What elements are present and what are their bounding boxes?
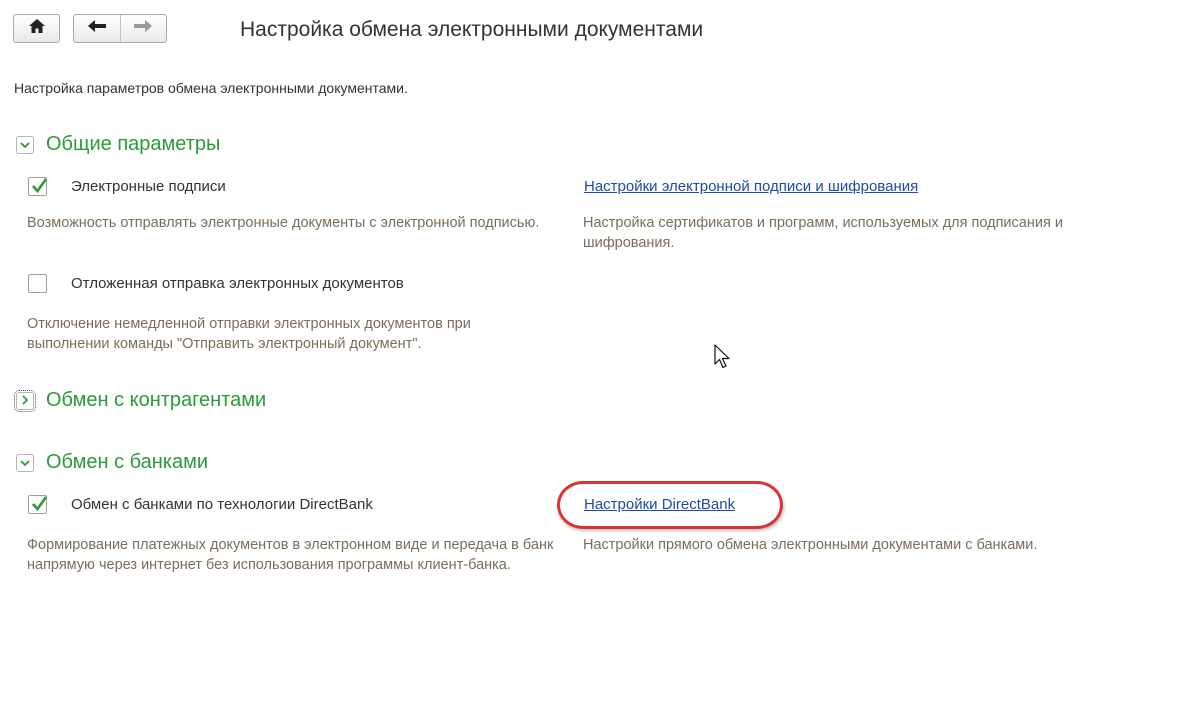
section-toggle-general[interactable]: [16, 136, 34, 154]
chevron-right-icon: [21, 392, 29, 410]
highlight-ellipse: [557, 481, 783, 529]
navigation-buttons: [73, 14, 167, 43]
directbank-note: Формирование платежных документов в элек…: [27, 537, 554, 573]
directbank-settings-note: Настройки прямого обмена электронными до…: [583, 537, 1038, 553]
arrow-left-icon: [87, 19, 107, 38]
signature-settings-note: Настройка сертификатов и программ, испол…: [583, 215, 1063, 251]
home-icon: [28, 18, 46, 39]
deferred-sending-checkbox[interactable]: [28, 274, 47, 293]
signatures-checkbox[interactable]: [28, 177, 48, 196]
chevron-down-icon: [20, 454, 30, 472]
section-toggle-counterparties[interactable]: [14, 390, 36, 412]
home-button[interactable]: [13, 14, 60, 43]
directbank-checkbox[interactable]: [28, 495, 48, 514]
deferred-sending-note: Отключение немедленной отправки электрон…: [27, 316, 471, 352]
section-title-banks[interactable]: Обмен с банками: [46, 451, 208, 474]
signatures-label[interactable]: Электронные подписи: [71, 178, 226, 195]
forward-button[interactable]: [120, 15, 166, 42]
back-button[interactable]: [74, 15, 120, 42]
mouse-cursor-icon: [714, 344, 732, 375]
signatures-note: Возможность отправлять электронные докум…: [27, 215, 540, 231]
page-description: Настройка параметров обмена электронными…: [14, 80, 408, 96]
section-toggle-banks[interactable]: [16, 454, 34, 472]
directbank-label[interactable]: Обмен с банками по технологии DirectBank: [71, 496, 373, 513]
deferred-sending-label[interactable]: Отложенная отправка электронных документ…: [71, 275, 404, 292]
checkmark-icon: [32, 178, 48, 194]
chevron-down-icon: [20, 136, 30, 154]
section-title-general[interactable]: Общие параметры: [46, 133, 220, 156]
checkmark-icon: [32, 496, 48, 512]
arrow-right-icon: [133, 19, 153, 38]
page-title: Настройка обмена электронными документам…: [240, 18, 704, 41]
signature-settings-link[interactable]: Настройки электронной подписи и шифрован…: [584, 178, 918, 195]
section-title-counterparties[interactable]: Обмен с контрагентами: [46, 389, 266, 412]
